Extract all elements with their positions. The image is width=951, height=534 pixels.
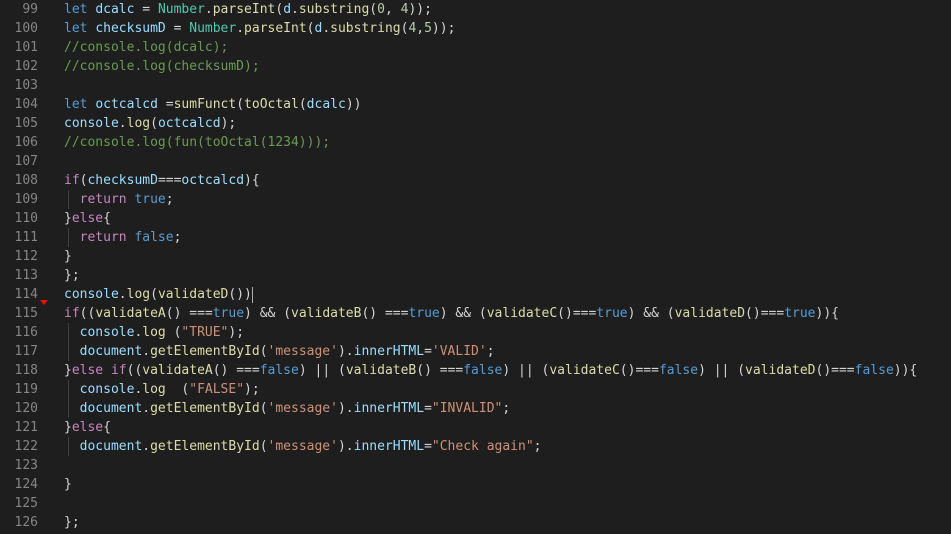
code-line[interactable]: 124} [0,475,951,494]
line-number: 117 [14,344,38,359]
code-line[interactable]: 107 [0,152,951,171]
code-text: let octcalcd =sumFunct(toOctal(dcalc)) [64,97,362,112]
code-text: console.log(octcalcd); [64,116,237,131]
code-line[interactable]: 120 document.getElementById('message').i… [0,399,951,418]
code-text: let checksumD = Number.parseInt(d.substr… [64,21,456,36]
code-line[interactable]: 101 //console.log(dcalc); [0,38,951,57]
line-number: 122 [14,439,38,454]
line-number: 102 [14,59,38,74]
code-text: document.getElementById('message').inner… [79,439,542,454]
line-number: 124 [14,477,38,492]
code-line[interactable]: 113}; [0,266,951,285]
code-text: }; [64,515,80,530]
code-line[interactable]: 99 let dcalc = Number.parseInt(d.substrin… [0,0,951,19]
line-number: 125 [14,496,38,511]
code-text: console.log ("FALSE"); [79,382,260,397]
line-number: 104 [14,97,38,112]
code-line[interactable]: 109 return true; [0,190,951,209]
text-cursor [251,286,253,303]
code-text: console.log(validateD()) [64,286,253,303]
line-number: 101 [14,40,38,55]
line-number: 116 [14,325,38,340]
line-number: 99 [22,2,38,17]
code-text: //console.log(dcalc); [64,40,229,55]
line-number: 118 [14,363,38,378]
code-line[interactable]: 104 let octcalcd =sumFunct(toOctal(dcalc)… [0,95,951,114]
line-number: 110 [14,211,38,226]
code-text: console.log ("TRUE"); [79,325,245,340]
code-line[interactable]: 105 console.log(octcalcd); [0,114,951,133]
code-text: } [64,249,72,264]
line-number: 109 [14,192,38,207]
code-line[interactable]: 117 document.getElementById('message').i… [0,342,951,361]
code-line[interactable]: 122 document.getElementById('message').i… [0,437,951,456]
code-line[interactable]: 118 }else if((validateA() ===false) || (v… [0,361,951,380]
code-text: return false; [79,230,182,245]
code-text: document.getElementById('message').inner… [79,344,495,359]
code-text: //console.log(fun(toOctal(1234))); [64,135,331,150]
line-number: 126 [14,515,38,530]
line-number: 106 [14,135,38,150]
code-line[interactable]: 100 let checksumD = Number.parseInt(d.sub… [0,19,951,38]
code-text: }else{ [64,420,111,435]
code-line[interactable]: 126}; [0,513,951,532]
code-text: }else if((validateA() ===false) || (vali… [64,363,918,378]
code-line[interactable]: 110 }else{ [0,209,951,228]
code-text: let dcalc = Number.parseInt(d.substring(… [64,2,432,17]
code-line[interactable]: 102 //console.log(checksumD); [0,57,951,76]
line-number: 121 [14,420,38,435]
code-text: return true; [79,192,174,207]
code-line[interactable]: 121 }else{ [0,418,951,437]
code-line[interactable]: 108 if(checksumD===octcalcd){ [0,171,951,190]
line-number: 112 [14,249,38,264]
code-line[interactable]: 125 [0,494,951,513]
code-line[interactable]: 123 [0,456,951,475]
line-number: 115 [14,306,38,321]
line-number: 123 [14,458,38,473]
code-text: if((validateA() ===true) && (validateB()… [64,306,839,321]
code-text: document.getElementById('message').inner… [79,401,511,416]
line-number: 108 [14,173,38,188]
line-number: 113 [14,268,38,283]
line-number: 119 [14,382,38,397]
line-number: 114 [14,287,38,302]
code-line[interactable]: 103 [0,76,951,95]
code-text: } [64,477,72,492]
line-number: 111 [14,230,38,245]
line-number: 105 [14,116,38,131]
code-text: if(checksumD===octcalcd){ [64,173,260,188]
code-line[interactable]: 111 return false; [0,228,951,247]
code-line[interactable]: 106 //console.log(fun(toOctal(1234))); [0,133,951,152]
code-line[interactable]: 116 console.log ("TRUE"); [0,323,951,342]
code-line[interactable]: 114 console.log(validateD()) [0,285,951,305]
code-line[interactable]: 115 if((validateA() ===true) && (validate… [0,304,951,323]
code-line[interactable]: 112} [0,247,951,266]
line-number: 107 [14,154,38,169]
code-editor[interactable]: 99 let dcalc = Number.parseInt(d.substrin… [0,0,951,534]
code-text: //console.log(checksumD); [64,59,260,74]
code-line[interactable]: 119 console.log ("FALSE"); [0,380,951,399]
code-text: }; [64,268,80,283]
line-number: 100 [14,21,38,36]
line-number: 103 [14,78,38,93]
line-number: 120 [14,401,38,416]
code-text: }else{ [64,211,111,226]
